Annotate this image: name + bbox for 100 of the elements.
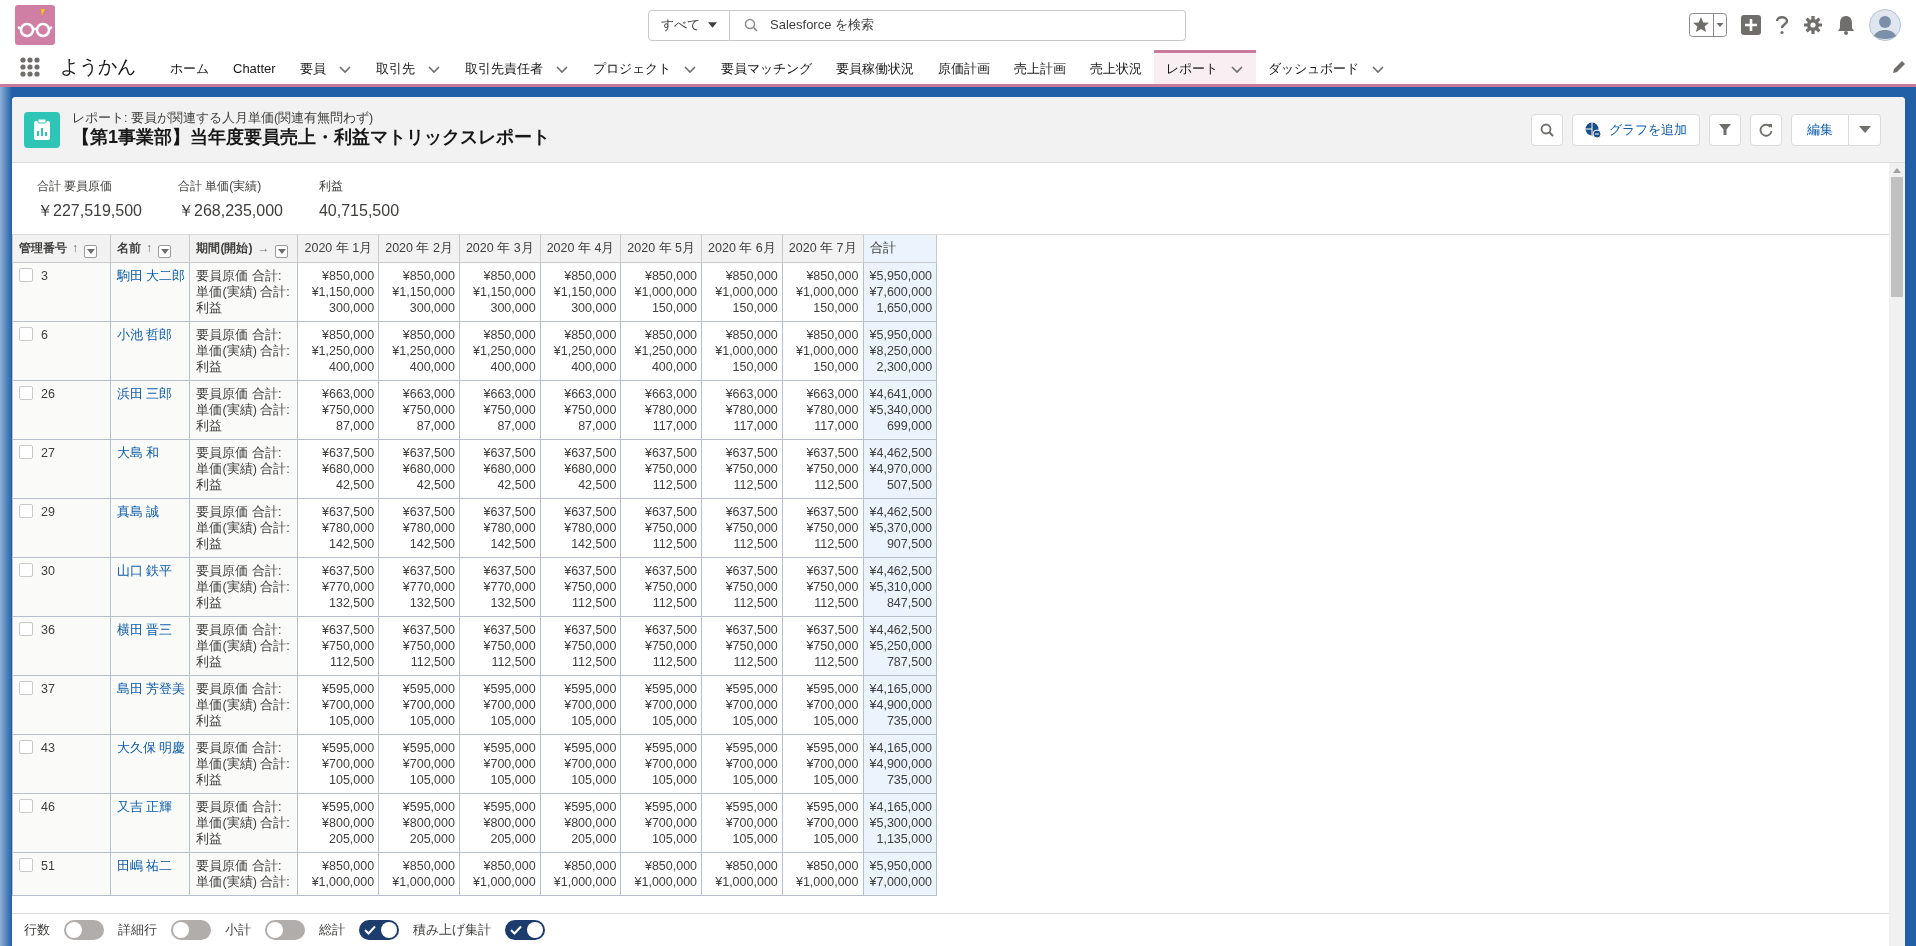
- avatar[interactable]: [1869, 9, 1901, 41]
- measure-label: 要員原価 合計:: [196, 385, 283, 402]
- favorites-button[interactable]: [1689, 13, 1727, 37]
- notification-icon[interactable]: [1837, 15, 1855, 35]
- nav-tab[interactable]: 要員マッチング: [708, 50, 824, 84]
- cell-value: ¥700,000: [724, 696, 778, 713]
- search-field[interactable]: Salesforce を検索: [730, 9, 1186, 41]
- measure-label: 単価(実績) 合計:: [196, 401, 291, 418]
- nav-tab[interactable]: 要員稼働状況: [823, 50, 926, 84]
- cell-value: 117,000: [732, 417, 778, 434]
- toggle-switch[interactable]: [64, 920, 104, 940]
- add-chart-button[interactable]: グラフを追加: [1572, 113, 1700, 146]
- cell-value: 42,500: [334, 476, 375, 493]
- column-menu-button[interactable]: [84, 244, 97, 258]
- nav-tab[interactable]: プロジェクト: [580, 50, 709, 84]
- column-menu-button[interactable]: [158, 244, 171, 258]
- column-menu-button[interactable]: [275, 244, 289, 258]
- measure-label: 単価(実績) 合計:: [196, 755, 291, 772]
- row-checkbox[interactable]: [19, 680, 33, 695]
- help-icon[interactable]: [1775, 15, 1789, 35]
- id-text: 6: [41, 327, 48, 342]
- cell-value: ¥595,000: [321, 739, 375, 756]
- row-checkbox[interactable]: [19, 798, 33, 813]
- total-value: ¥7,600,000: [869, 283, 933, 300]
- column-header[interactable]: 期間(開始): [196, 240, 253, 255]
- cell-value: ¥700,000: [643, 814, 698, 831]
- row-checkbox[interactable]: [19, 503, 33, 518]
- search-button[interactable]: [1531, 113, 1563, 146]
- total-value: 735,000: [885, 712, 933, 729]
- cell-value: 112,500: [813, 653, 859, 670]
- nav-tab[interactable]: 売上状況: [1077, 50, 1154, 84]
- nav-tab[interactable]: 取引先: [363, 50, 453, 84]
- cell-value: ¥750,000: [724, 460, 778, 477]
- cell-value: ¥850,000: [401, 267, 455, 284]
- row-checkbox[interactable]: [19, 326, 33, 341]
- total-value: ¥4,462,500: [869, 503, 933, 520]
- nav-tab[interactable]: 原価計画: [925, 50, 1002, 84]
- nav-tab[interactable]: 売上計画: [1001, 50, 1078, 84]
- row-checkbox[interactable]: [19, 621, 33, 636]
- summary-value: 40,715,500: [318, 201, 400, 221]
- toggle-label: 小計: [225, 921, 251, 939]
- row-checkbox[interactable]: [19, 444, 33, 459]
- scrollbar[interactable]: [1889, 163, 1905, 946]
- settings-icon[interactable]: [1803, 15, 1823, 35]
- name-link[interactable]: 小池 哲郎: [117, 327, 173, 342]
- nav-tab[interactable]: レポート: [1153, 50, 1256, 84]
- nav-tab[interactable]: Chatter: [221, 50, 288, 84]
- nav-tab[interactable]: 取引先責任者: [452, 50, 581, 84]
- cell-value: 300,000: [328, 299, 375, 316]
- name-link[interactable]: 又吉 正輝: [117, 799, 173, 814]
- scope-dropdown[interactable]: すべて: [648, 9, 730, 41]
- dropdown-button[interactable]: [1849, 113, 1881, 146]
- row-checkbox[interactable]: [19, 267, 33, 282]
- edit-button[interactable]: 編集: [1791, 113, 1849, 146]
- cell-value: 132,500: [328, 594, 375, 611]
- cell-value: ¥1,000,000: [794, 873, 859, 890]
- scrollbar-thumb[interactable]: [1891, 177, 1903, 297]
- cell-value: ¥850,000: [643, 326, 698, 343]
- measure-label: 単価(実績) 合計:: [196, 460, 291, 477]
- column-header[interactable]: 管理番号: [19, 240, 67, 255]
- refresh-button[interactable]: [1750, 113, 1782, 146]
- toggle-switch[interactable]: [359, 920, 399, 940]
- row-checkbox[interactable]: [19, 739, 33, 754]
- toggle-switch[interactable]: [171, 920, 211, 940]
- cell-value: ¥700,000: [805, 755, 859, 772]
- cell-value: ¥637,500: [643, 621, 698, 638]
- total-value: ¥5,250,000: [869, 637, 933, 654]
- name-link[interactable]: 山口 鉄平: [117, 563, 173, 578]
- cell-value: ¥850,000: [321, 326, 375, 343]
- app-launcher-icon[interactable]: [20, 57, 40, 77]
- row-checkbox[interactable]: [19, 562, 33, 577]
- cell-value: ¥637,500: [401, 562, 455, 579]
- cell-value: ¥850,000: [482, 326, 536, 343]
- id-text: 51: [41, 858, 55, 873]
- column-header[interactable]: 名前: [117, 240, 141, 255]
- row-checkbox[interactable]: [19, 857, 33, 872]
- cell-value: ¥637,500: [563, 562, 617, 579]
- cell-value: ¥637,500: [724, 562, 778, 579]
- filter-button[interactable]: [1709, 113, 1741, 146]
- nav-tab[interactable]: 要員: [287, 50, 364, 84]
- nav-tab[interactable]: ダッシュボード: [1255, 50, 1397, 84]
- name-link[interactable]: 真島 誠: [117, 504, 160, 519]
- cell-value: ¥680,000: [563, 460, 617, 477]
- plus-icon[interactable]: [1741, 15, 1761, 35]
- cell-value: ¥637,500: [482, 621, 536, 638]
- logo-icon[interactable]: [15, 5, 55, 45]
- name-link[interactable]: 大島 和: [117, 445, 160, 460]
- cell-value: 150,000: [812, 358, 859, 375]
- row-checkbox[interactable]: [19, 385, 33, 400]
- cell-value: ¥850,000: [724, 267, 778, 284]
- name-link[interactable]: 浜田 三郎: [117, 386, 173, 401]
- name-link[interactable]: 横田 晋三: [117, 622, 173, 637]
- nav-tab[interactable]: ホーム: [158, 50, 221, 84]
- column-header: 2020 年 6月: [701, 235, 783, 262]
- cell-value: ¥637,500: [724, 503, 778, 520]
- cell-value: ¥700,000: [563, 755, 617, 772]
- toggle-switch[interactable]: [265, 920, 305, 940]
- pencil-icon[interactable]: [1892, 60, 1906, 74]
- cell-value: ¥680,000: [401, 460, 455, 477]
- toggle-switch[interactable]: [505, 920, 545, 940]
